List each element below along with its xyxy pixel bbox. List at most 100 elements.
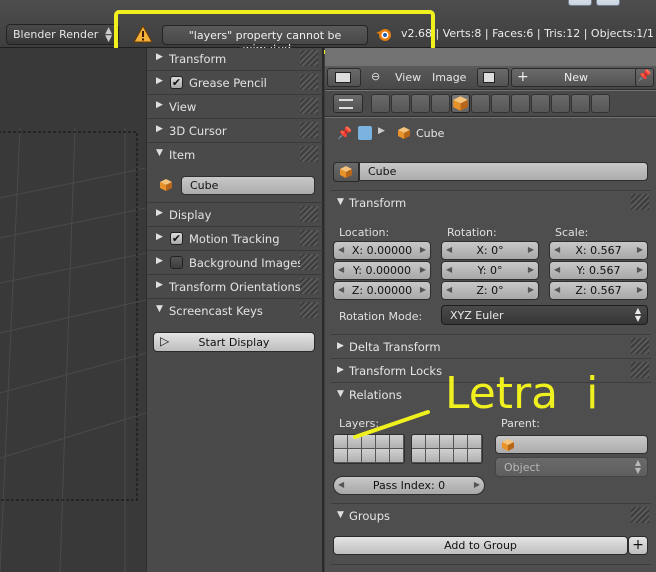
panel-3d-cursor[interactable]: ▶ 3D Cursor xyxy=(147,118,323,142)
world-tab-icon[interactable] xyxy=(431,94,450,113)
render-tab-camera-icon[interactable] xyxy=(371,94,390,113)
drag-grip-icon[interactable] xyxy=(300,254,318,270)
expand-arrow-icon: ▶ xyxy=(156,100,163,110)
delta-transform-panel-header[interactable]: ▶ Delta Transform xyxy=(331,334,651,358)
panel-display[interactable]: ▶ Display xyxy=(147,202,323,226)
start-display-label: Start Display xyxy=(198,336,270,349)
particles-tab-icon[interactable] xyxy=(571,94,590,113)
location-label: Location: xyxy=(339,226,390,239)
new-label: New xyxy=(564,71,588,84)
panel-motion-tracking[interactable]: ▶ ✔ Motion Tracking xyxy=(147,226,323,250)
parent-type-select: Object ▲ ▼ xyxy=(495,457,648,477)
collapse-arrow-icon: ▼ xyxy=(337,510,344,520)
scale-y-field[interactable]: ◀ Y: 0.567 ▶ xyxy=(549,261,648,280)
drag-grip-icon[interactable] xyxy=(631,338,649,354)
parent-field[interactable] xyxy=(495,435,648,454)
drag-grip-icon[interactable] xyxy=(300,74,318,90)
properties-icon xyxy=(339,99,353,109)
scale-z-field[interactable]: ◀ Z: 0.567 ▶ xyxy=(549,281,648,300)
drag-grip-icon[interactable] xyxy=(631,362,649,378)
drag-grip-icon[interactable] xyxy=(300,302,318,318)
minimize-button[interactable] xyxy=(568,0,592,6)
object-name-field[interactable]: Cube xyxy=(359,162,648,181)
panel-item[interactable]: ▼ Item xyxy=(147,142,323,166)
render-layers-tab-icon[interactable] xyxy=(391,94,410,113)
panel-transform[interactable]: ▶ Transform xyxy=(147,46,323,70)
drag-grip-icon[interactable] xyxy=(300,230,318,246)
breadcrumb-object: Cube xyxy=(416,127,445,140)
collapse-menu-icon[interactable]: ⊖ xyxy=(371,70,380,83)
3d-viewport[interactable] xyxy=(0,48,146,572)
collapse-arrow-icon: ▼ xyxy=(337,389,344,399)
view-menu[interactable]: View xyxy=(395,71,421,84)
drag-grip-icon[interactable] xyxy=(300,50,318,66)
pin-context-icon[interactable]: 📌 xyxy=(337,126,352,140)
expand-arrow-icon: ▶ xyxy=(156,256,163,266)
panel-label: Grease Pencil xyxy=(189,76,267,90)
groups-panel-header[interactable]: ▼ Groups xyxy=(331,503,651,527)
panel-label: Screencast Keys xyxy=(169,304,263,318)
expand-arrow-icon: ▶ xyxy=(156,208,163,218)
texture-tab-icon[interactable] xyxy=(551,94,570,113)
drag-grip-icon[interactable] xyxy=(300,98,318,114)
rotation-x-field[interactable]: ◀ X: 0° ▶ xyxy=(441,241,539,260)
editor-type-select[interactable] xyxy=(327,68,361,87)
panel-label: Item xyxy=(169,148,196,162)
grease-pencil-checkbox[interactable]: ✔ xyxy=(170,76,183,89)
panel-label: Motion Tracking xyxy=(189,232,280,246)
panel-label: Transform Orientations xyxy=(169,280,301,294)
maximize-button[interactable] xyxy=(596,0,620,6)
image-menu[interactable]: Image xyxy=(432,71,466,84)
pin-button[interactable]: 📌 xyxy=(635,68,654,87)
drag-grip-icon[interactable] xyxy=(631,507,649,523)
object-tab-cube-icon[interactable] xyxy=(451,94,470,113)
scale-x-field[interactable]: ◀ X: 0.567 ▶ xyxy=(549,241,648,260)
motion-tracking-checkbox[interactable]: ✔ xyxy=(170,232,183,245)
drag-grip-icon[interactable] xyxy=(300,278,318,294)
panel-view[interactable]: ▶ View xyxy=(147,94,323,118)
start-display-button[interactable]: ▷ Start Display xyxy=(153,332,315,352)
properties-body: 📌 ▶ Cube Cube ▼ Transform Location: Rota… xyxy=(325,118,656,572)
viewport-grid xyxy=(0,127,146,572)
panel-transform-orientations[interactable]: ▶ Transform Orientations xyxy=(147,274,323,298)
add-to-group-button[interactable]: Add to Group xyxy=(333,536,628,555)
panel-screencast-keys[interactable]: ▼ Screencast Keys xyxy=(147,298,323,322)
modifiers-tab-wrench-icon[interactable] xyxy=(491,94,510,113)
layers-grid-right[interactable] xyxy=(411,434,483,464)
panel-background-images[interactable]: ▶ Background Images xyxy=(147,250,323,274)
next-panel-header[interactable] xyxy=(331,564,651,572)
expand-arrow-icon: ▶ xyxy=(337,341,344,351)
render-engine-select[interactable]: Blender Render ▲ ▼ xyxy=(6,24,119,45)
transform-panel-header[interactable]: ▼ Transform xyxy=(331,190,651,214)
location-z-field[interactable]: ◀ Z: 0.00000 ▶ xyxy=(333,281,431,300)
location-x-field[interactable]: ◀ X: 0.00000 ▶ xyxy=(333,241,431,260)
rotation-z-field[interactable]: ◀ Z: 0° ▶ xyxy=(441,281,539,300)
new-image-button[interactable]: + New xyxy=(511,68,641,87)
pass-index-field[interactable]: ◀ Pass Index: 0 ▶ xyxy=(333,476,485,495)
drag-grip-icon[interactable] xyxy=(300,146,318,162)
drag-grip-icon[interactable] xyxy=(631,194,649,210)
object-type-button[interactable] xyxy=(333,162,359,182)
constraints-tab-icon[interactable] xyxy=(471,94,490,113)
layers-grid-left[interactable] xyxy=(333,434,405,464)
item-name-field[interactable]: Cube xyxy=(181,176,315,195)
location-y-field[interactable]: ◀ Y: 0.00000 ▶ xyxy=(333,261,431,280)
drag-grip-icon[interactable] xyxy=(300,122,318,138)
rotation-y-field[interactable]: ◀ Y: 0° ▶ xyxy=(441,261,539,280)
object-data-tab-icon[interactable] xyxy=(511,94,530,113)
parent-type-value: Object xyxy=(504,461,540,474)
browse-image-button[interactable] xyxy=(477,68,509,87)
rotation-mode-select[interactable]: XYZ Euler ▲ ▼ xyxy=(441,305,648,325)
scene-tab-icon[interactable] xyxy=(411,94,430,113)
drag-grip-icon[interactable] xyxy=(300,206,318,222)
field-value: Y: 0.00000 xyxy=(353,264,411,277)
n-panel: ▶ Transform ▶ ✔ Grease Pencil ▶ View ▶ 3… xyxy=(146,46,324,572)
panel-grease-pencil[interactable]: ▶ ✔ Grease Pencil xyxy=(147,70,323,94)
physics-tab-icon[interactable] xyxy=(591,94,610,113)
material-tab-icon[interactable] xyxy=(531,94,550,113)
background-images-checkbox[interactable] xyxy=(170,256,183,269)
add-group-plus-button[interactable]: + xyxy=(628,536,648,555)
properties-editor-type-select[interactable] xyxy=(333,94,363,113)
field-value: X: 0.567 xyxy=(575,244,622,257)
cube-icon xyxy=(340,166,352,178)
